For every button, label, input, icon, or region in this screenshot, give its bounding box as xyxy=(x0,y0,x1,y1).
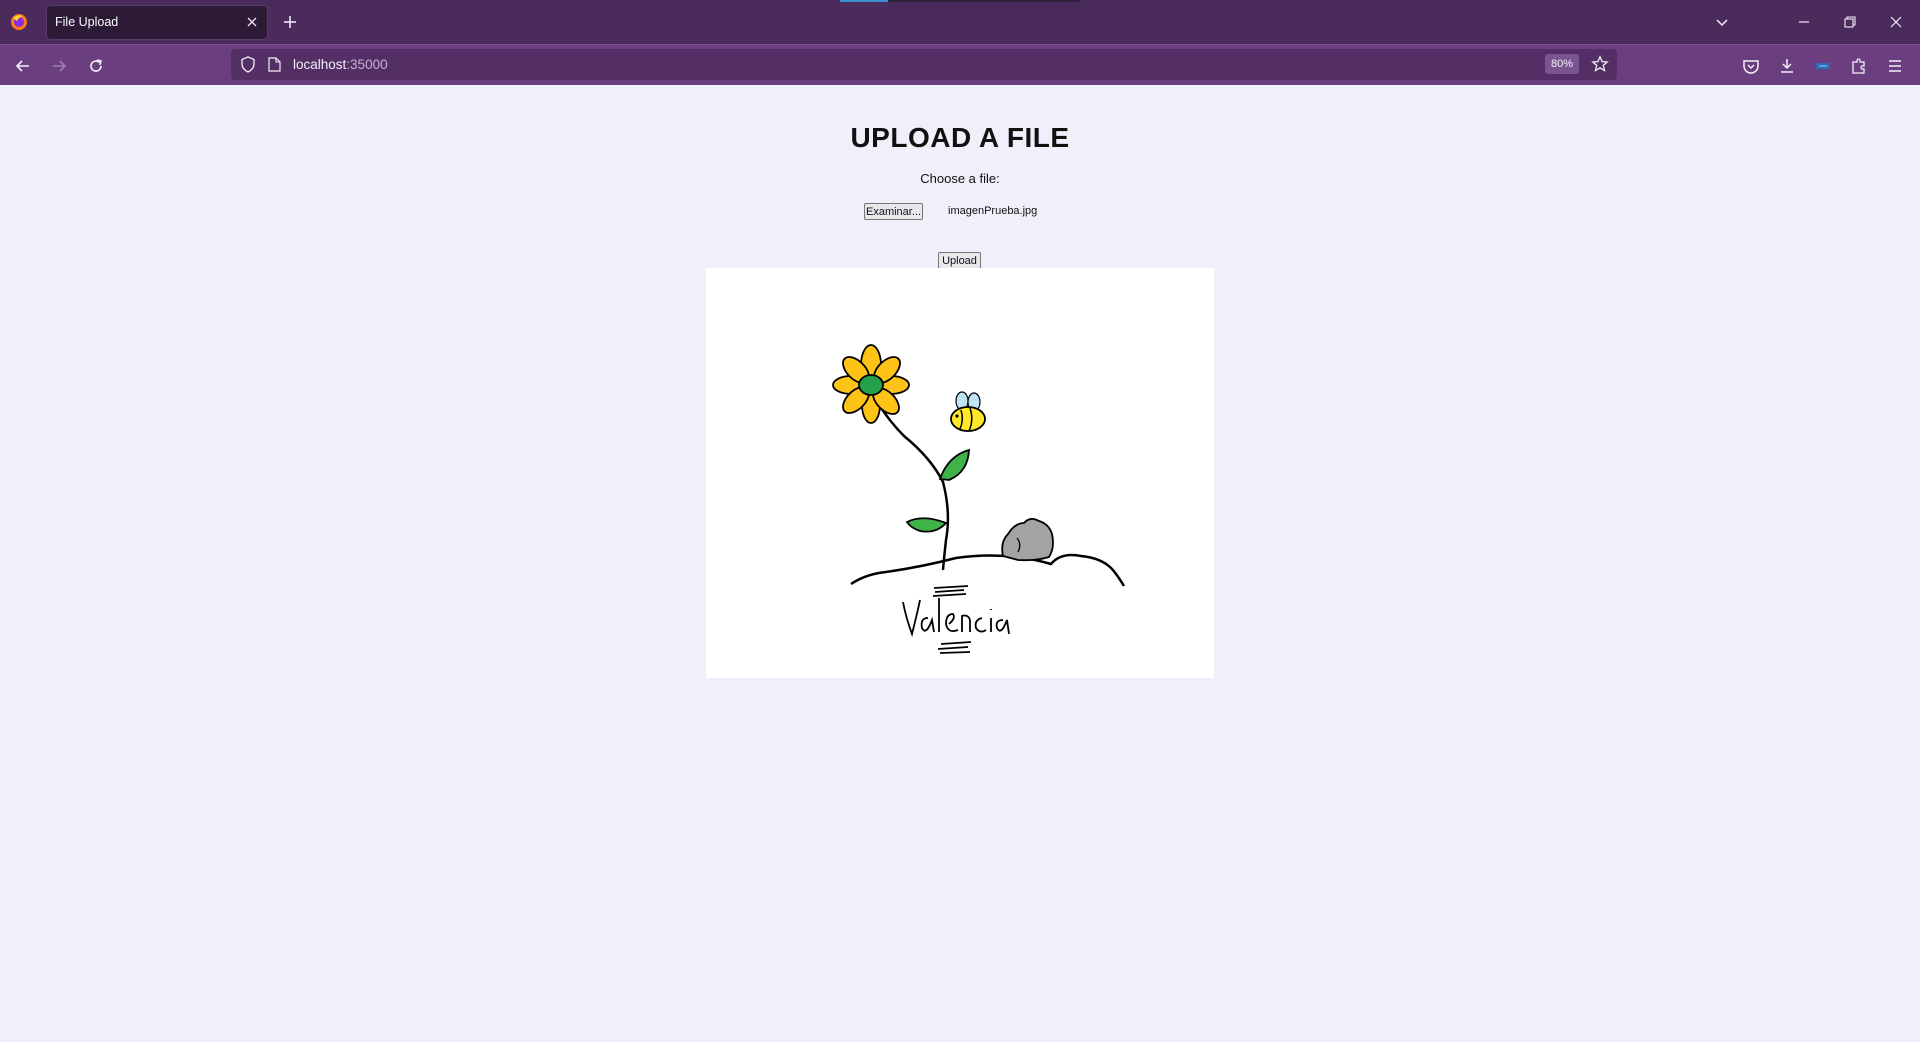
shield-icon[interactable] xyxy=(240,56,256,73)
back-icon[interactable] xyxy=(14,57,32,75)
navigation-bar: localhost:35000 80% xyxy=(0,44,1920,85)
reload-icon[interactable] xyxy=(87,57,105,75)
star-icon[interactable] xyxy=(1591,55,1609,73)
puzzle-icon[interactable] xyxy=(1850,57,1868,75)
menu-icon[interactable] xyxy=(1886,57,1904,75)
signature-text: Valencia xyxy=(958,671,962,673)
url-port: :35000 xyxy=(346,57,388,72)
uploaded-image-preview: Valencia xyxy=(706,268,1214,678)
bee-drawing xyxy=(950,391,986,432)
tab-title: File Upload xyxy=(55,15,119,29)
url-bar[interactable]: localhost:35000 80% xyxy=(231,49,1617,80)
restore-icon[interactable] xyxy=(1842,14,1858,30)
signature-scribble xyxy=(902,585,1010,654)
page-icon[interactable] xyxy=(268,57,281,72)
upload-button[interactable]: Upload xyxy=(938,252,981,269)
firefox-icon[interactable] xyxy=(9,12,29,32)
page-content: UPLOAD A FILE Choose a file: Examinar...… xyxy=(0,85,1920,1042)
plus-icon[interactable] xyxy=(282,14,298,30)
chevron-down-icon[interactable] xyxy=(1714,14,1730,30)
close-window-icon[interactable] xyxy=(1888,14,1904,30)
pocket-icon[interactable] xyxy=(1742,57,1760,75)
download-icon[interactable] xyxy=(1778,57,1796,75)
close-icon[interactable] xyxy=(245,15,259,29)
tab-bar: File Upload xyxy=(0,0,1920,44)
extension-icon[interactable] xyxy=(1814,57,1832,75)
tab-bar-indicator-active xyxy=(840,0,888,2)
selected-file-name: imagenPrueba.jpg xyxy=(948,205,1038,217)
choose-file-label: Choose a file: xyxy=(920,171,1000,186)
zoom-level-badge[interactable]: 80% xyxy=(1544,54,1579,74)
tab-active[interactable]: File Upload xyxy=(47,6,267,39)
browse-file-button[interactable]: Examinar... xyxy=(864,203,923,220)
forward-icon xyxy=(50,57,68,75)
page-title: UPLOAD A FILE xyxy=(850,122,1070,153)
url-host: localhost xyxy=(293,57,347,72)
minimize-icon[interactable] xyxy=(1796,14,1812,30)
url-text[interactable]: localhost:35000 xyxy=(293,57,388,72)
flower-drawing: Valencia xyxy=(832,344,1126,673)
